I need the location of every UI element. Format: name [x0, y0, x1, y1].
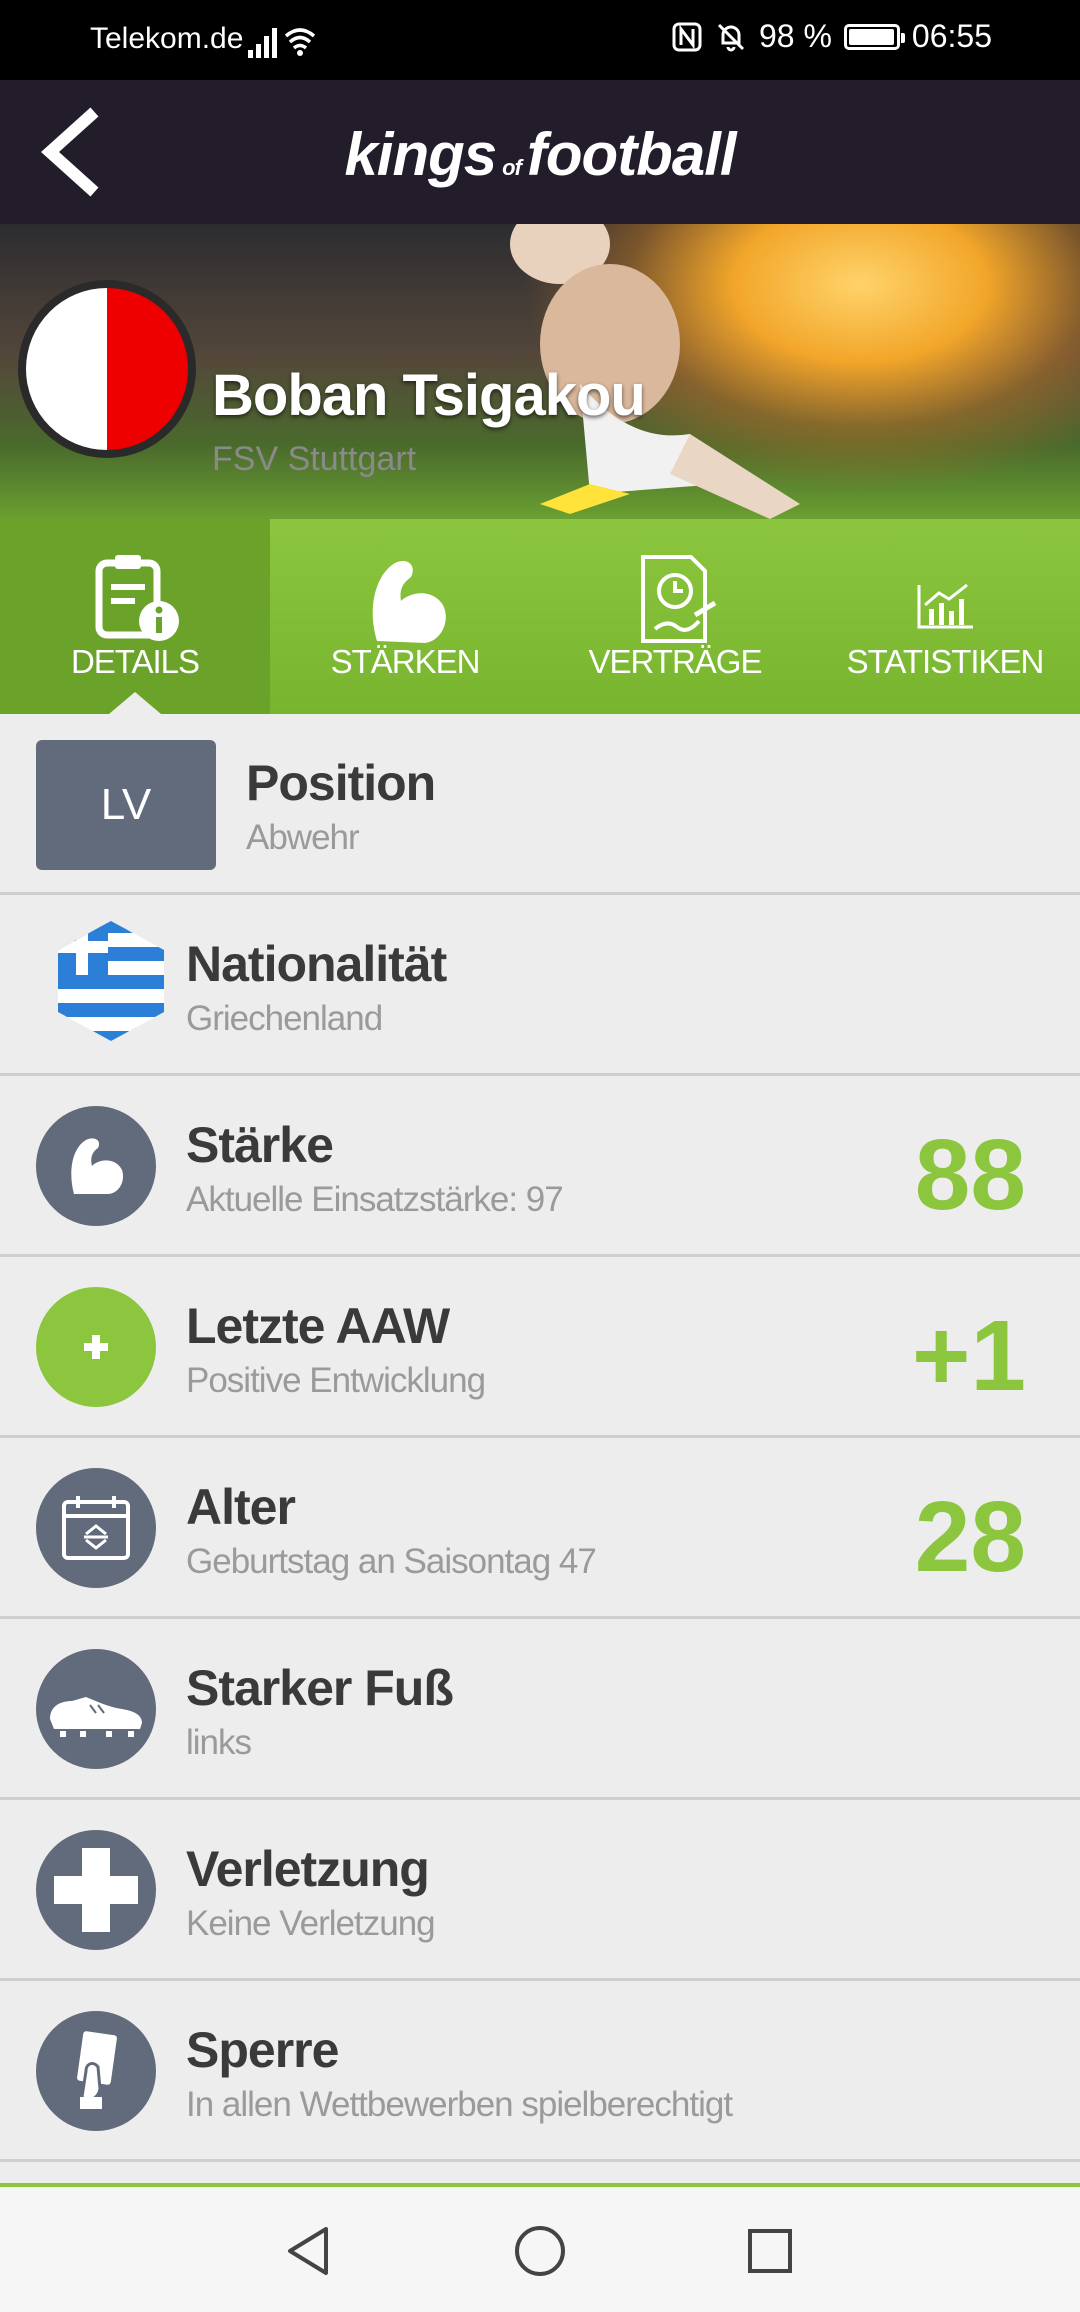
chart-icon	[917, 583, 973, 629]
position-badge: LV	[36, 740, 216, 870]
detail-title: Letzte AAW	[186, 1298, 450, 1354]
clock: 06:55	[911, 18, 992, 54]
player-club: FSV Stuttgart	[212, 440, 417, 478]
tab-bar: DETAILS STÄRKEN VERTRÄGE STATISTIKEN	[0, 519, 1080, 714]
mute-bell-icon	[717, 23, 745, 51]
nfc-icon	[672, 22, 702, 51]
club-crest	[18, 280, 196, 458]
detail-subtitle: Keine Verletzung	[186, 1904, 436, 1943]
detail-subtitle: Griechenland	[186, 999, 383, 1038]
greece-flag-icon	[58, 921, 164, 1041]
detail-row-injury: Verletzung Keine Verletzung	[0, 1800, 1080, 1981]
tab-statistiken-label: STATISTIKEN	[846, 643, 1045, 680]
contract-icon	[641, 555, 717, 643]
football-boot-icon	[36, 1649, 156, 1769]
medical-cross-icon	[36, 1830, 156, 1950]
tab-statistiken[interactable]: STATISTIKEN	[810, 519, 1080, 714]
detail-title: Stärke	[186, 1117, 334, 1173]
nav-home-icon[interactable]	[510, 2221, 570, 2281]
detail-row-strength: Stärke Aktuelle Einsatzstärke: 97 88	[0, 1076, 1080, 1257]
detail-subtitle: Positive Entwicklung	[186, 1361, 486, 1400]
battery-percent: 98 %	[758, 18, 832, 54]
detail-title: Position	[246, 755, 436, 811]
calendar-icon	[36, 1468, 156, 1588]
detail-title: Starker Fuß	[186, 1660, 454, 1716]
details-clipboard-icon	[95, 555, 179, 641]
detail-subtitle: links	[186, 1723, 252, 1762]
app-header: kings of football	[0, 80, 1080, 224]
detail-title: Verletzung	[186, 1841, 430, 1897]
system-nav-bar	[0, 2187, 1080, 2312]
detail-subtitle: Geburtstag an Saisontag 47	[186, 1542, 597, 1581]
strength-value: 88	[914, 1119, 1026, 1231]
signal-wifi-icon	[248, 28, 316, 58]
red-card-icon	[36, 2011, 156, 2131]
status-bar: Telekom.de 98 % 06:55	[0, 0, 1080, 80]
tab-vertraege-label: VERTRÄGE	[588, 643, 763, 680]
app-logo: kings of football	[344, 121, 736, 188]
detail-row-foot: Starker Fuß links	[0, 1619, 1080, 1800]
strength-arm-icon	[372, 560, 446, 643]
tab-vertraege[interactable]: VERTRÄGE	[540, 519, 810, 714]
player-name: Boban Tsigakou	[212, 363, 646, 428]
detail-row-suspension: Sperre In allen Wettbewerben spielberech…	[0, 1981, 1080, 2162]
aaw-value: +1	[911, 1300, 1026, 1412]
plus-icon	[36, 1287, 156, 1407]
status-right: 98 % 06:55	[671, 18, 992, 55]
detail-subtitle: In allen Wettbewerben spielberechtigt	[186, 2085, 733, 2124]
detail-title: Nationalität	[186, 936, 447, 992]
tab-details-label: DETAILS	[70, 643, 200, 680]
nav-back-icon[interactable]	[280, 2221, 340, 2281]
detail-subtitle: Aktuelle Einsatzstärke: 97	[186, 1180, 564, 1219]
detail-row-age: Alter Geburtstag an Saisontag 47 28	[0, 1438, 1080, 1619]
arm-icon	[36, 1106, 156, 1226]
detail-subtitle: Abwehr	[246, 818, 360, 857]
detail-row-last-aaw: Letzte AAW Positive Entwicklung +1	[0, 1257, 1080, 1438]
details-list: LV Position Abwehr Nationalität Griechen…	[0, 714, 1080, 2162]
detail-row-nationality: Nationalität Griechenland	[0, 895, 1080, 1076]
nav-recents-icon[interactable]	[740, 2221, 800, 2281]
carrier-name: Telekom.de	[90, 22, 244, 55]
age-value: 28	[914, 1481, 1026, 1593]
detail-row-position: LV Position Abwehr	[0, 714, 1080, 895]
battery-icon	[843, 23, 905, 50]
tab-staerken[interactable]: STÄRKEN	[270, 519, 540, 714]
detail-title: Alter	[186, 1479, 296, 1535]
tab-details[interactable]: DETAILS	[0, 519, 270, 714]
tab-staerken-label: STÄRKEN	[330, 643, 481, 680]
detail-title: Sperre	[186, 2022, 339, 2078]
